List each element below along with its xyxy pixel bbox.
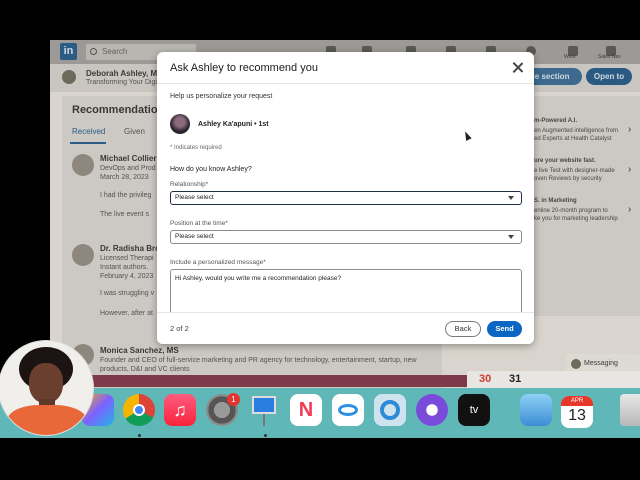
open-to-button[interactable]: Open to bbox=[586, 68, 632, 85]
recommendation-date: February 4, 2023 bbox=[100, 273, 154, 280]
close-icon[interactable] bbox=[511, 61, 525, 75]
recommendations-title: Recommendations bbox=[72, 104, 171, 116]
music-icon[interactable]: ♫ bbox=[164, 394, 196, 426]
keynote-icon[interactable] bbox=[248, 394, 280, 426]
ad-text: enline 20-month program to bbox=[534, 208, 608, 214]
step-indicator: 2 of 2 bbox=[170, 324, 189, 333]
profile-avatar bbox=[62, 70, 76, 84]
recommendation-text: I was struggling v bbox=[100, 290, 155, 297]
calendar-month: APR bbox=[561, 396, 593, 406]
recommendation-text: However, after at bbox=[100, 310, 153, 317]
recommender-avatar bbox=[170, 114, 190, 134]
dock: ♫ N tv APR 13 bbox=[0, 388, 640, 438]
recommender-headline: Founder and CEO of full-service marketin… bbox=[100, 357, 417, 364]
ad-text: ke you for marketing leadership bbox=[534, 216, 618, 222]
quicktime-icon[interactable] bbox=[374, 394, 406, 426]
recommender-avatar[interactable] bbox=[72, 244, 94, 266]
back-button[interactable]: Back bbox=[445, 321, 481, 337]
chevron-down-icon bbox=[508, 235, 514, 239]
recommendation-text: I had the privileg bbox=[100, 192, 152, 199]
required-note: * Indicates required bbox=[170, 145, 222, 151]
work-label: Work bbox=[564, 54, 576, 60]
relationship-label: Relationship* bbox=[170, 181, 209, 188]
recommendation-request-modal: Ask Ashley to recommend you Help us pers… bbox=[157, 52, 534, 344]
ad-title[interactable]: S. in Marketing bbox=[534, 198, 577, 204]
preview-icon[interactable] bbox=[520, 394, 552, 426]
promoted-rail: m-Powered A.I. en Augmented intelligence… bbox=[528, 96, 640, 316]
calendar-window-peek: 30 31 bbox=[467, 371, 640, 389]
active-tab-indicator bbox=[70, 142, 106, 144]
search-placeholder: Search bbox=[102, 47, 128, 56]
send-button[interactable]: Send bbox=[487, 321, 522, 337]
presenter-face bbox=[29, 363, 63, 403]
tab-given[interactable]: Given bbox=[124, 127, 145, 136]
running-indicator bbox=[138, 434, 141, 437]
position-label: Position at the time* bbox=[170, 220, 228, 227]
chevron-right-icon[interactable]: › bbox=[628, 124, 631, 135]
freeform-icon[interactable] bbox=[332, 394, 364, 426]
relationship-select[interactable]: Please select bbox=[170, 191, 522, 205]
trash-icon[interactable] bbox=[620, 394, 640, 426]
apple-tv-icon[interactable]: tv bbox=[458, 394, 490, 426]
recommendation-date: March 28, 2023 bbox=[100, 174, 149, 181]
ad-text: oven Reviews by security bbox=[534, 176, 602, 182]
recommender-name[interactable]: Dr. Radisha Bro bbox=[100, 244, 160, 253]
relationship-question: How do you know Ashley? bbox=[170, 166, 252, 173]
help-text: Help us personalize your request bbox=[170, 93, 273, 100]
calendar-day: 31 bbox=[509, 373, 522, 385]
recommender-headline: Instant authors. bbox=[100, 264, 149, 271]
profile-name: Deborah Ashley, MS bbox=[86, 69, 163, 78]
sales-nav-label: Sales Nav bbox=[598, 54, 621, 60]
running-indicator bbox=[264, 434, 267, 437]
chrome-icon[interactable] bbox=[123, 394, 155, 426]
recommender-headline: products, D&I and VC clients bbox=[100, 366, 190, 373]
chevron-down-icon bbox=[508, 196, 514, 200]
presenter-webcam bbox=[0, 340, 94, 436]
recommender-name[interactable]: Michael Collier bbox=[100, 154, 156, 163]
chevron-right-icon[interactable]: › bbox=[628, 164, 631, 175]
messaging-label: Messaging bbox=[584, 360, 618, 367]
modal-header: Ask Ashley to recommend you bbox=[157, 52, 534, 84]
ad-title[interactable]: m-Powered A.I. bbox=[534, 118, 577, 124]
calendar-day: 13 bbox=[568, 407, 586, 424]
recommender-headline: Licensed Therapi bbox=[100, 255, 154, 262]
calendar-icon[interactable]: APR 13 bbox=[561, 396, 593, 428]
news-icon[interactable]: N bbox=[290, 394, 322, 426]
notification-badge: 1 bbox=[227, 393, 240, 406]
recommender-name: Ashley Ka'apuni • 1st bbox=[198, 121, 269, 128]
recommender-headline: DevOps and Prod bbox=[100, 165, 156, 172]
messaging-avatar bbox=[571, 359, 581, 369]
recommendation-text: The live event s bbox=[100, 211, 150, 218]
ad-text: en Augmented intelligence from bbox=[534, 128, 619, 134]
recommender-name[interactable]: Monica Sanchez, MS bbox=[100, 346, 179, 355]
relationship-value: Please select bbox=[175, 194, 214, 201]
tab-received[interactable]: Received bbox=[72, 127, 105, 136]
ad-text: e live Test with designer-made bbox=[534, 168, 615, 174]
position-value: Please select bbox=[175, 233, 214, 240]
ad-title[interactable]: ure your website fast. bbox=[534, 158, 596, 164]
screen: in Search Work Sales Nav Deborah Ashley,… bbox=[0, 0, 640, 480]
ad-text: ed Experts at Health Catalyst bbox=[534, 136, 612, 142]
modal-title: Ask Ashley to recommend you bbox=[170, 62, 318, 74]
presenter-shirt bbox=[7, 405, 87, 435]
linkedin-logo-icon[interactable]: in bbox=[60, 43, 77, 60]
search-icon bbox=[90, 48, 97, 55]
position-select[interactable]: Please select bbox=[170, 230, 522, 244]
calendar-day: 30 bbox=[479, 373, 492, 385]
modal-footer: 2 of 2 Back Send bbox=[157, 312, 534, 344]
message-label: Include a personalized message* bbox=[170, 259, 266, 266]
recommender-avatar[interactable] bbox=[72, 154, 94, 176]
flower-app-icon[interactable] bbox=[416, 394, 448, 426]
chevron-right-icon[interactable]: › bbox=[628, 204, 631, 215]
message-textarea[interactable]: Hi Ashley, would you write me a recommen… bbox=[170, 269, 522, 317]
profile-tagline: Transforming Your Digital bbox=[86, 79, 165, 86]
